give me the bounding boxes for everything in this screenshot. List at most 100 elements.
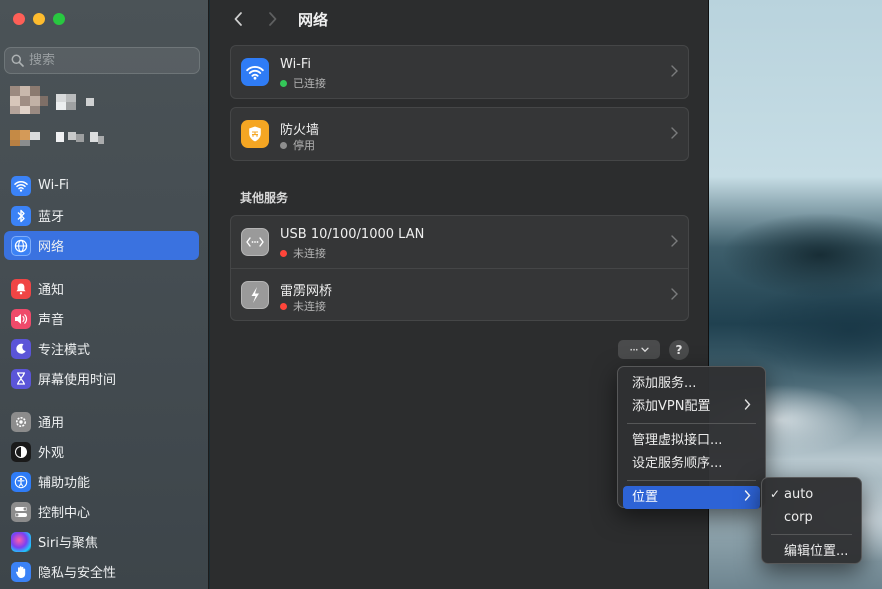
menu-item-edit-locations[interactable]: 编辑位置...	[767, 540, 856, 563]
close-window-button[interactable]	[13, 13, 25, 25]
search-icon	[11, 54, 24, 67]
back-button[interactable]	[228, 9, 248, 29]
help-button[interactable]: ?	[669, 340, 689, 360]
chevron-right-icon	[671, 65, 678, 77]
sidebar-item-network[interactable]: 网络	[4, 231, 199, 260]
menu-item-location[interactable]: 位置	[623, 486, 760, 509]
menu-separator	[771, 534, 852, 535]
sidebar-item-bluetooth[interactable]: 蓝牙	[4, 201, 199, 230]
menu-item-location-corp[interactable]: corp	[767, 506, 856, 529]
sidebar-item-appearance[interactable]: 外观	[4, 437, 199, 466]
thunderbolt-icon	[241, 281, 269, 309]
more-actions-menu: 添加服务... 添加VPN配置 管理虚拟接口... 设定服务顺序... 位置	[617, 366, 766, 509]
chevron-right-icon	[744, 486, 751, 509]
sidebar-item-label: 声音	[38, 313, 65, 328]
menu-separator	[627, 480, 756, 481]
service-title: 防火墙	[280, 123, 320, 138]
location-submenu: ✓ auto corp 编辑位置...	[761, 477, 862, 564]
ethernet-icon	[241, 228, 269, 256]
status-text: 未连接	[293, 300, 326, 313]
gear-icon	[11, 411, 31, 432]
sidebar-item-notifications[interactable]: 通知	[4, 274, 199, 303]
sidebar-item-control-center[interactable]: 控制中心	[4, 497, 199, 526]
sidebar-item-label: 屏幕使用时间	[38, 373, 117, 388]
menu-item-location-auto[interactable]: ✓ auto	[767, 483, 856, 506]
forward-button[interactable]	[262, 9, 282, 29]
sidebar-item-focus[interactable]: 专注模式	[4, 334, 199, 363]
service-status: 已连接	[280, 75, 326, 91]
other-services-card: USB 10/100/1000 LAN 未连接 雷雳网桥 未连接	[230, 215, 689, 321]
firewall-service-card[interactable]: 防火墙 停用	[230, 107, 689, 161]
sidebar-item-sound[interactable]: 声音	[4, 304, 199, 333]
hourglass-icon	[11, 368, 31, 389]
list-item[interactable]: 防火墙 停用	[231, 108, 688, 160]
minimize-window-button[interactable]	[33, 13, 45, 25]
sidebar-item-siri[interactable]: Siri与聚焦	[4, 527, 199, 556]
sidebar-item-accessibility[interactable]: 辅助功能	[4, 467, 199, 496]
status-dot-disconnected	[280, 249, 287, 257]
bluetooth-icon	[11, 205, 31, 226]
sidebar-item-label: 专注模式	[38, 343, 91, 358]
hand-icon	[11, 561, 31, 582]
menu-item-label: 添加VPN配置	[632, 399, 711, 414]
status-dot-disconnected	[280, 302, 287, 310]
sidebar-item-privacy[interactable]: 隐私与安全性	[4, 557, 199, 586]
sidebar-item-label: 控制中心	[38, 506, 91, 521]
chevron-right-icon	[744, 395, 751, 418]
bell-icon	[11, 278, 31, 299]
menu-item-manage-virtual-interfaces[interactable]: 管理虚拟接口...	[623, 429, 760, 452]
service-title: 雷雳网桥	[280, 284, 333, 299]
list-item[interactable]: 雷雳网桥 未连接	[231, 268, 688, 320]
list-item[interactable]: USB 10/100/1000 LAN 未连接	[231, 216, 688, 268]
chevron-right-icon	[671, 235, 678, 247]
list-item[interactable]: Wi-Fi 已连接	[231, 46, 688, 98]
toolbar: 网络	[210, 0, 708, 38]
more-ellipsis: ···	[629, 342, 639, 357]
more-actions-button[interactable]: ···	[618, 340, 660, 359]
section-title-other-services: 其他服务	[240, 191, 289, 205]
checkmark-icon: ✓	[770, 487, 781, 501]
sidebar-item-screen-time[interactable]: 屏幕使用时间	[4, 364, 199, 393]
status-dot-connected	[280, 79, 287, 87]
menu-item-add-vpn[interactable]: 添加VPN配置	[623, 395, 760, 418]
chevron-right-icon	[268, 12, 276, 26]
wifi-icon	[241, 58, 269, 86]
zoom-window-button[interactable]	[53, 13, 65, 25]
status-text: 停用	[293, 139, 315, 152]
menu-item-label: 位置	[632, 490, 659, 505]
menu-item-label: auto	[784, 487, 814, 502]
accessibility-icon	[11, 471, 31, 492]
wifi-icon	[11, 175, 31, 196]
service-title: USB 10/100/1000 LAN	[280, 227, 425, 242]
chevron-left-icon	[234, 12, 242, 26]
search-input[interactable]	[29, 53, 189, 68]
sidebar-item-label: 辅助功能	[38, 476, 91, 491]
status-text: 已连接	[293, 77, 326, 90]
chevron-right-icon	[671, 288, 678, 300]
wifi-service-card[interactable]: Wi-Fi 已连接	[230, 45, 689, 99]
appearance-icon	[11, 441, 31, 462]
service-status: 未连接	[280, 245, 326, 261]
menu-separator	[627, 423, 756, 424]
chevron-down-icon	[641, 347, 649, 352]
chevron-right-icon	[671, 127, 678, 139]
system-settings-window: Wi-Fi 蓝牙 网络 通知 声音	[0, 0, 709, 589]
page-title: 网络	[298, 11, 329, 29]
menu-item-set-service-order[interactable]: 设定服务顺序...	[623, 452, 760, 475]
status-dot-inactive	[280, 141, 287, 149]
firewall-shield-icon	[241, 120, 269, 148]
sidebar-item-wifi[interactable]: Wi-Fi	[4, 171, 199, 200]
sidebar-item-label: 通知	[38, 283, 65, 298]
sidebar-item-label: Wi-Fi	[38, 178, 70, 193]
menu-item-add-service[interactable]: 添加服务...	[623, 372, 760, 395]
moon-icon	[11, 338, 31, 359]
service-status: 停用	[280, 137, 315, 153]
speaker-icon	[11, 308, 31, 329]
sidebar-item-label: Siri与聚焦	[38, 536, 98, 551]
sidebar-item-general[interactable]: 通用	[4, 407, 199, 436]
sidebar-item-label: 隐私与安全性	[38, 566, 117, 581]
search-field[interactable]	[4, 47, 200, 74]
globe-icon	[11, 235, 31, 256]
account-avatar-redacted[interactable]	[10, 86, 200, 156]
sidebar-item-label: 蓝牙	[38, 210, 65, 225]
